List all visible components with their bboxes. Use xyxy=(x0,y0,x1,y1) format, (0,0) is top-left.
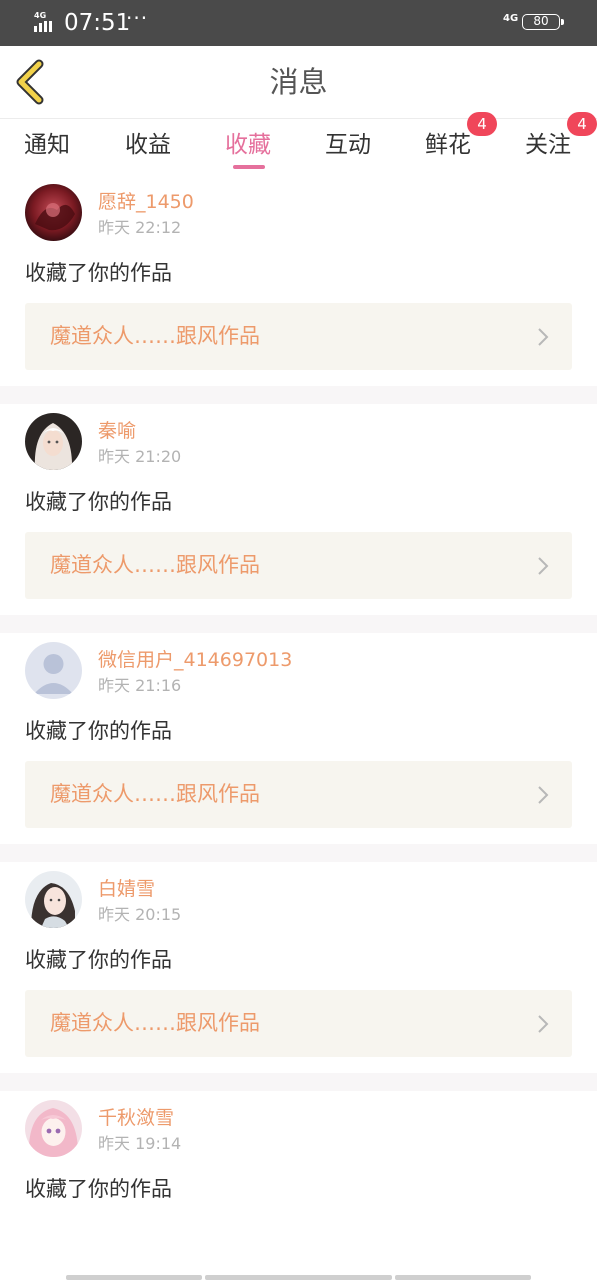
network-type: 4G xyxy=(503,13,519,24)
signal-icon: 4G xyxy=(34,11,52,32)
divider xyxy=(0,844,597,862)
list-item: 微信用户_414697013 昨天 21:16 收藏了你的作品 魔道众人……跟风… xyxy=(0,633,597,844)
username[interactable]: 秦喻 xyxy=(98,419,136,443)
divider xyxy=(0,386,597,404)
bottom-bar-segment xyxy=(66,1275,202,1280)
status-more-dots: ··· xyxy=(126,6,149,30)
action-text: 收藏了你的作品 xyxy=(25,1177,172,1201)
favorites-feed: 愿辞_1450 昨天 22:12 收藏了你的作品 魔道众人……跟风作品 秦喻 昨… xyxy=(0,175,597,1201)
tab-interactions[interactable]: 互动 xyxy=(325,129,371,161)
list-item: 愿辞_1450 昨天 22:12 收藏了你的作品 魔道众人……跟风作品 xyxy=(0,175,597,386)
status-bar: 4G 07:51 ··· 4G 80 xyxy=(0,0,597,46)
chevron-right-icon xyxy=(538,557,549,575)
username[interactable]: 白婧雪 xyxy=(98,877,155,901)
following-count-badge: 4 xyxy=(567,112,597,136)
work-link[interactable]: 魔道众人……跟风作品 xyxy=(25,532,572,599)
work-link[interactable]: 魔道众人……跟风作品 xyxy=(25,303,572,370)
header: 消息 xyxy=(0,46,597,118)
list-item: 秦喻 昨天 21:20 收藏了你的作品 魔道众人……跟风作品 xyxy=(0,404,597,615)
battery-icon: 80 xyxy=(522,14,564,30)
avatar[interactable] xyxy=(25,1100,82,1157)
timestamp: 昨天 21:16 xyxy=(98,676,182,695)
list-item: 千秋潋雪 昨天 19:14 收藏了你的作品 xyxy=(0,1091,597,1201)
work-title: 魔道众人……跟风作品 xyxy=(50,1011,260,1035)
avatar[interactable] xyxy=(25,642,82,699)
work-title: 魔道众人……跟风作品 xyxy=(50,782,260,806)
timestamp: 昨天 22:12 xyxy=(98,218,182,237)
work-link[interactable]: 魔道众人……跟风作品 xyxy=(25,990,572,1057)
tab-bar: 通知 收益 收藏 互动 鲜花 4 关注 4 xyxy=(0,112,597,175)
action-text: 收藏了你的作品 xyxy=(25,719,172,743)
status-time: 07:51 xyxy=(64,10,131,36)
svg-text:4G: 4G xyxy=(34,11,46,20)
chevron-right-icon xyxy=(538,328,549,346)
timestamp: 昨天 19:14 xyxy=(98,1134,182,1153)
chevron-right-icon xyxy=(538,786,549,804)
work-title: 魔道众人……跟风作品 xyxy=(50,324,260,348)
tab-flowers[interactable]: 鲜花 xyxy=(425,129,471,161)
tab-favorites[interactable]: 收藏 xyxy=(225,129,271,161)
work-link[interactable]: 魔道众人……跟风作品 xyxy=(25,761,572,828)
avatar[interactable] xyxy=(25,871,82,928)
username[interactable]: 微信用户_414697013 xyxy=(98,648,292,672)
bottom-bar-segment xyxy=(395,1275,531,1280)
divider xyxy=(0,1073,597,1091)
list-item: 白婧雪 昨天 20:15 收藏了你的作品 魔道众人……跟风作品 xyxy=(0,862,597,1073)
action-text: 收藏了你的作品 xyxy=(25,261,172,285)
action-text: 收藏了你的作品 xyxy=(25,490,172,514)
tab-notifications[interactable]: 通知 xyxy=(24,129,70,161)
flowers-count-badge: 4 xyxy=(467,112,497,136)
avatar[interactable] xyxy=(25,413,82,470)
divider xyxy=(0,615,597,633)
bottom-bar-segment xyxy=(205,1275,392,1280)
tab-following[interactable]: 关注 xyxy=(525,129,571,161)
avatar[interactable] xyxy=(25,184,82,241)
chevron-right-icon xyxy=(538,1015,549,1033)
tab-earnings[interactable]: 收益 xyxy=(125,129,171,161)
work-title: 魔道众人……跟风作品 xyxy=(50,553,260,577)
username[interactable]: 愿辞_1450 xyxy=(98,190,194,214)
username[interactable]: 千秋潋雪 xyxy=(98,1106,174,1130)
action-text: 收藏了你的作品 xyxy=(25,948,172,972)
page-title: 消息 xyxy=(269,65,328,99)
active-tab-indicator xyxy=(233,165,265,169)
timestamp: 昨天 20:15 xyxy=(98,905,182,924)
timestamp: 昨天 21:20 xyxy=(98,447,182,466)
